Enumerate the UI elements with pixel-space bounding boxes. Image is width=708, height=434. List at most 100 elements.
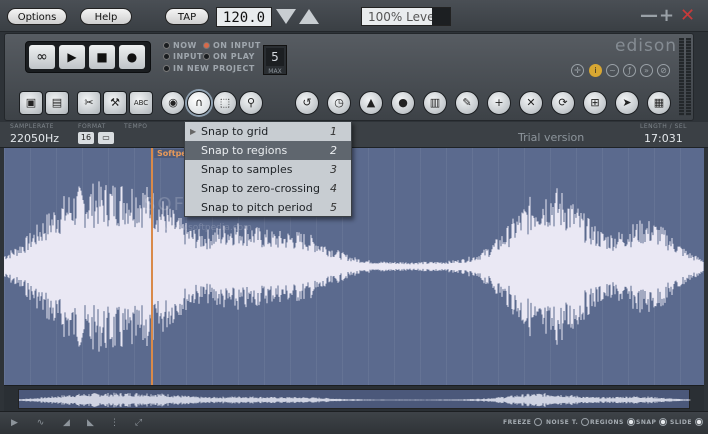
tempo-label: TEMPO bbox=[124, 123, 148, 130]
overview-strip bbox=[4, 385, 704, 411]
watermark-url: www.softpedia.com bbox=[164, 223, 252, 233]
minimize-icon[interactable]: — bbox=[640, 5, 658, 26]
menu-item-snap-regions[interactable]: Snap to regions 2 bbox=[185, 141, 351, 160]
format-label: FORMAT bbox=[78, 123, 106, 130]
menu-item-key: 2 bbox=[330, 144, 337, 157]
length-label: LENGTH / SEL bbox=[640, 123, 688, 130]
level-display[interactable]: 100% Level bbox=[361, 7, 451, 26]
send-icon[interactable]: ➤ bbox=[615, 91, 639, 115]
waveform-editor[interactable]: SOFTPEDIA www.softpedia.com Softpe bbox=[4, 148, 704, 385]
resize-icon[interactable]: ⤢ bbox=[132, 417, 145, 430]
info-icon[interactable]: i bbox=[589, 64, 602, 77]
waveform-view-icon[interactable]: ∿ bbox=[34, 417, 47, 430]
play-icon[interactable]: ▶ bbox=[8, 417, 21, 430]
control-panel: ∞ ▶ ■ ● NOW ON INPUT INPUT ON PLAY IN NE… bbox=[4, 33, 694, 121]
eye-icon[interactable]: ◉ bbox=[161, 91, 185, 115]
level-meters bbox=[679, 38, 691, 116]
text-abc-icon[interactable]: ABC bbox=[129, 91, 153, 115]
menu-item-snap-zero-crossing[interactable]: Snap to zero-crossing 4 bbox=[185, 179, 351, 198]
refresh-icon[interactable]: ⟳ bbox=[551, 91, 575, 115]
radio-icon bbox=[163, 42, 170, 49]
grid-view-icon[interactable]: ⋮ bbox=[108, 417, 121, 430]
region-marker[interactable] bbox=[151, 148, 153, 385]
forward-icon[interactable]: » bbox=[640, 64, 653, 77]
record-button[interactable]: ● bbox=[119, 45, 145, 69]
checkbox-icon bbox=[163, 65, 170, 72]
snap-toggle[interactable]: SNAP bbox=[636, 418, 668, 426]
function-icon[interactable]: ƒ bbox=[623, 64, 636, 77]
format-bits-button[interactable]: 16 bbox=[78, 132, 94, 144]
status-bar: ▶ ∿ ◢ ◣ ⋮ ⤢ FREEZE NOISE T. REGIONS SNAP… bbox=[0, 411, 708, 434]
close-icon[interactable]: ✕ bbox=[680, 5, 695, 26]
mixer-icon[interactable]: ▦ bbox=[647, 91, 671, 115]
wave-icon[interactable]: ~ bbox=[606, 64, 619, 77]
save-icon[interactable]: ▣ bbox=[19, 91, 43, 115]
menu-item-snap-grid[interactable]: ▶ Snap to grid 1 bbox=[185, 122, 351, 141]
snap-menu: ▶ Snap to grid 1 Snap to regions 2 Snap … bbox=[184, 121, 352, 217]
brand-logo: edison bbox=[614, 36, 677, 56]
pen-icon[interactable]: ✎ bbox=[455, 91, 479, 115]
samplerate-label: SAMPLERATE bbox=[10, 123, 54, 130]
rocket-icon[interactable]: ▲ bbox=[359, 91, 383, 115]
radio-icon bbox=[203, 42, 210, 49]
play-button[interactable]: ▶ bbox=[59, 45, 85, 69]
regions-toggle[interactable]: REGIONS bbox=[590, 418, 635, 426]
tempo-display[interactable]: 120.0 bbox=[216, 7, 272, 27]
menu-item-key: 1 bbox=[330, 125, 337, 138]
equalizer-icon[interactable]: ▥ bbox=[423, 91, 447, 115]
tools-icon[interactable]: ⚒ bbox=[103, 91, 127, 115]
save-as-icon[interactable]: ⊞ bbox=[583, 91, 607, 115]
add-marker-icon[interactable]: + bbox=[487, 91, 511, 115]
select-icon[interactable]: ⬚ bbox=[213, 91, 237, 115]
clock-icon[interactable]: ◷ bbox=[327, 91, 351, 115]
level-text: 100% Level bbox=[368, 10, 438, 24]
loop-button[interactable]: ∞ bbox=[29, 45, 55, 69]
menu-item-label: Snap to samples bbox=[201, 163, 293, 176]
radio-icon bbox=[626, 418, 635, 426]
drop-icon[interactable]: ● bbox=[391, 91, 415, 115]
magnet-snap-icon[interactable]: ∩ bbox=[187, 91, 211, 115]
mute-icon[interactable]: ⊘ bbox=[657, 64, 670, 77]
menu-item-snap-pitch-period[interactable]: Snap to pitch period 5 bbox=[185, 198, 351, 217]
menu-item-key: 5 bbox=[330, 201, 337, 214]
menu-item-label: Snap to zero-crossing bbox=[201, 182, 320, 195]
menu-item-key: 4 bbox=[330, 182, 337, 195]
option-input[interactable]: INPUT bbox=[163, 52, 203, 61]
trial-text: Trial version bbox=[518, 131, 585, 144]
maximize-icon[interactable]: + bbox=[659, 5, 674, 26]
tempo-down-icon[interactable] bbox=[276, 9, 296, 24]
stop-button[interactable]: ■ bbox=[89, 45, 115, 69]
freeze-toggle[interactable]: FREEZE bbox=[503, 418, 543, 426]
undo-icon[interactable]: ↺ bbox=[295, 91, 319, 115]
overview-scrollbar[interactable] bbox=[18, 389, 691, 409]
options-button[interactable]: Options bbox=[7, 8, 67, 25]
top-bar: Options Help TAP 120.0 100% Level — + ✕ bbox=[0, 0, 708, 32]
document-icon[interactable]: ▤ bbox=[45, 91, 69, 115]
tempo-up-icon[interactable] bbox=[299, 9, 319, 24]
cut-icon[interactable]: ✂ bbox=[77, 91, 101, 115]
help-button[interactable]: Help bbox=[80, 8, 132, 25]
submenu-arrow-icon: ▶ bbox=[190, 127, 197, 136]
option-on-input[interactable]: ON INPUT bbox=[203, 41, 261, 50]
menu-item-snap-samples[interactable]: Snap to samples 3 bbox=[185, 160, 351, 179]
option-on-play[interactable]: ON PLAY bbox=[203, 52, 255, 61]
zoom-icon[interactable]: ⚲ bbox=[239, 91, 263, 115]
slide-toggle[interactable]: SLIDE bbox=[670, 418, 703, 426]
overview-waveform bbox=[18, 392, 691, 408]
fade-out-icon[interactable]: ◣ bbox=[84, 417, 97, 430]
crosshair-icon[interactable]: ✛ bbox=[571, 64, 584, 77]
fade-in-icon[interactable]: ◢ bbox=[60, 417, 73, 430]
info-row: SAMPLERATE 22050Hz FORMAT 16 ▭ TEMPO Tri… bbox=[0, 122, 708, 148]
radio-icon bbox=[203, 53, 210, 60]
option-now[interactable]: NOW bbox=[163, 41, 197, 50]
max-recordings[interactable]: 5 MAX bbox=[263, 45, 287, 75]
trim-icon[interactable]: ✕ bbox=[519, 91, 543, 115]
option-in-new-project[interactable]: IN NEW PROJECT bbox=[163, 64, 255, 73]
transport-controls: ∞ ▶ ■ ● bbox=[25, 41, 151, 73]
format-channel-button[interactable]: ▭ bbox=[98, 132, 114, 144]
radio-icon bbox=[581, 418, 590, 426]
waveform bbox=[4, 181, 704, 352]
tap-button[interactable]: TAP bbox=[165, 8, 209, 25]
noise-threshold-toggle[interactable]: NOISE T. bbox=[546, 418, 590, 426]
radio-icon bbox=[163, 53, 170, 60]
